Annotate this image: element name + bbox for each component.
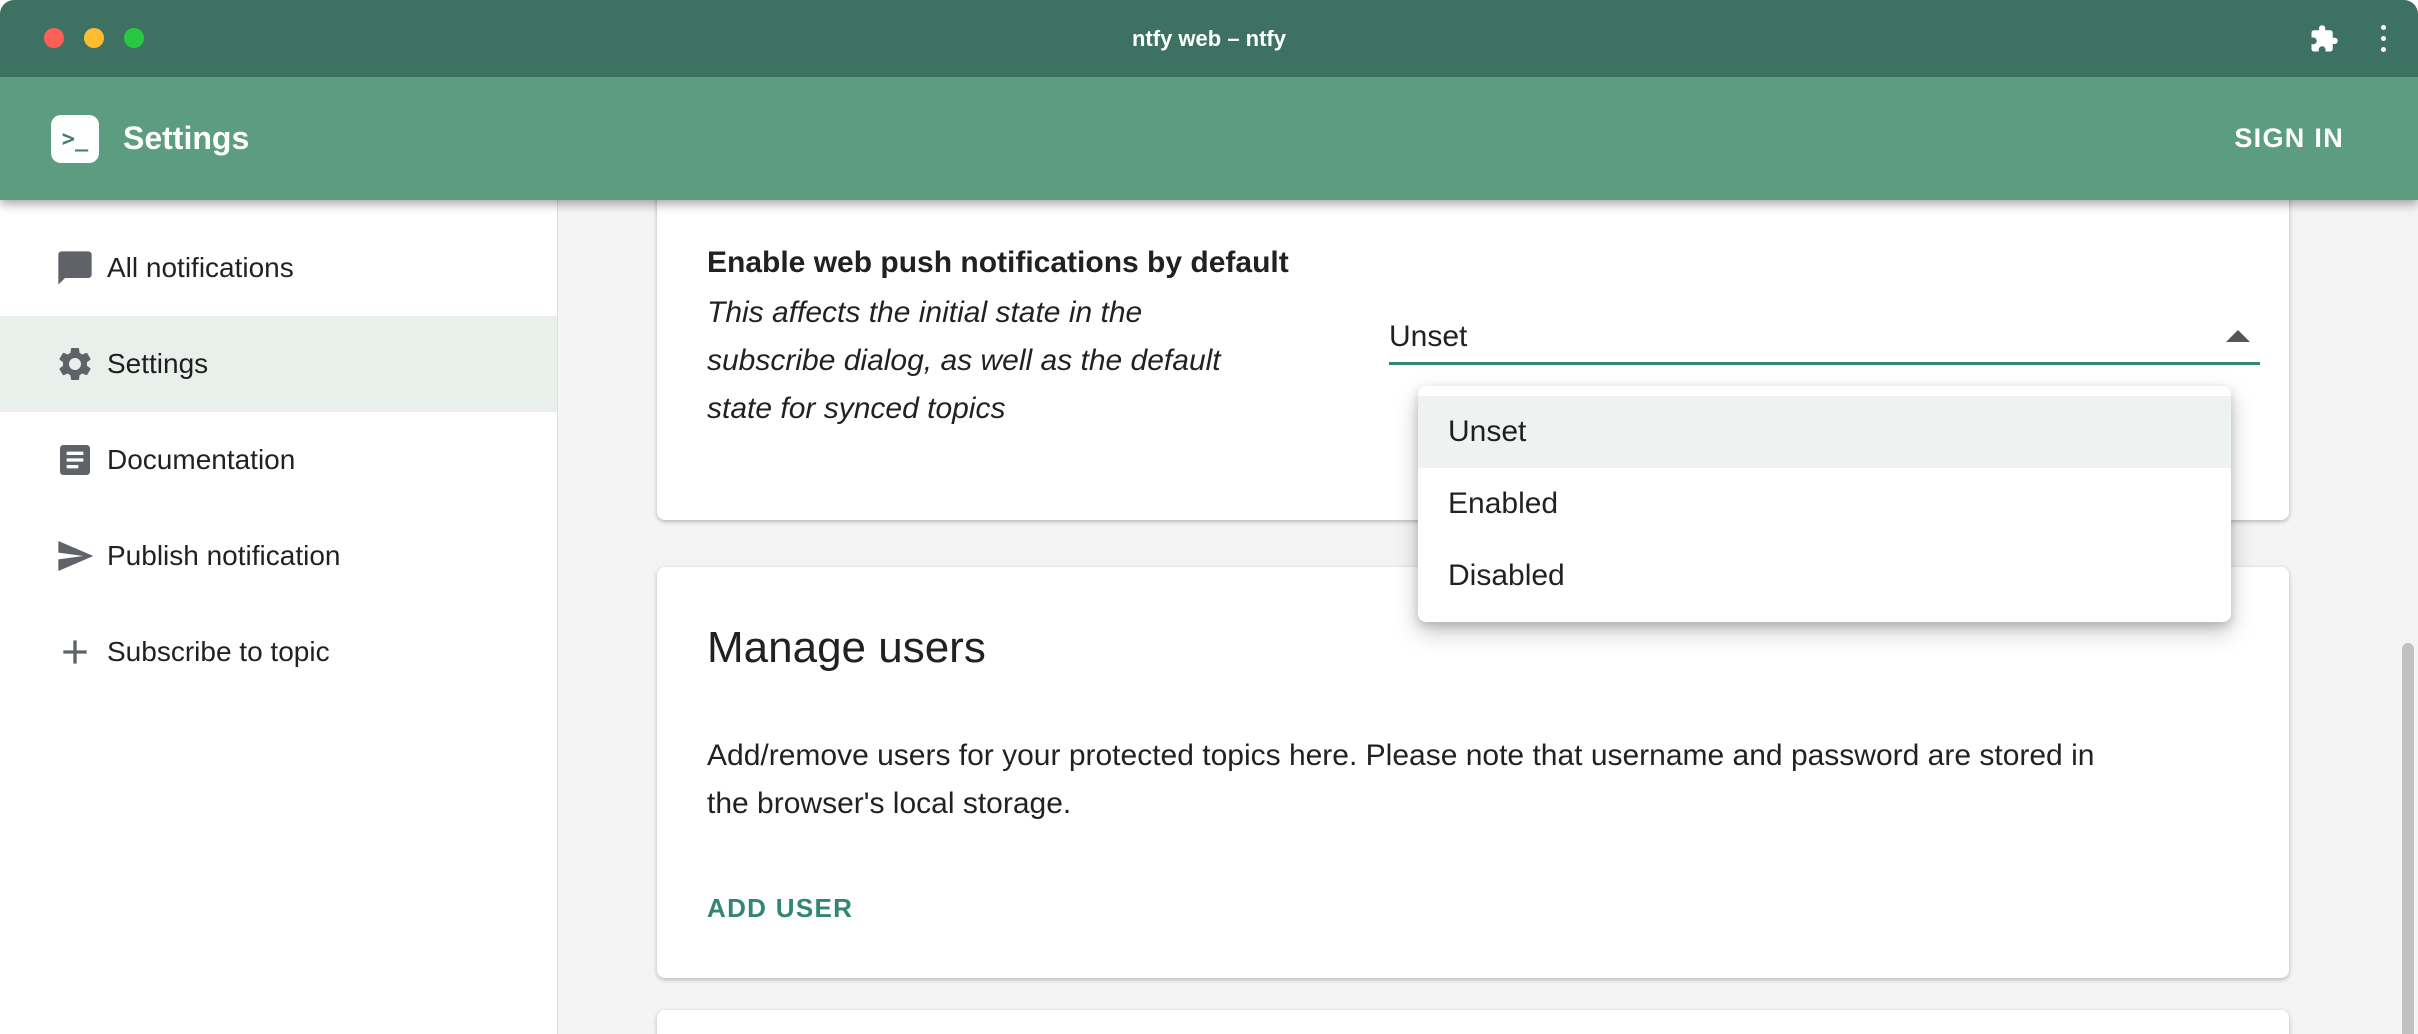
- sidebar-item-all-notifications[interactable]: All notifications: [0, 220, 557, 316]
- content-area: All notifications Settings Documentation…: [0, 200, 2418, 1034]
- chat-icon: [55, 248, 95, 288]
- setting-description: This affects the initial state in the su…: [707, 289, 1327, 433]
- sidebar-item-subscribe-to-topic[interactable]: Subscribe to topic: [0, 604, 557, 700]
- dropdown-option-disabled[interactable]: Disabled: [1418, 540, 2231, 612]
- sidebar-item-publish-notification[interactable]: Publish notification: [0, 508, 557, 604]
- article-icon: [55, 440, 95, 480]
- setting-description-line: This affects the initial state in the: [707, 289, 1327, 337]
- manage-users-description-line: Add/remove users for your protected topi…: [707, 732, 2094, 780]
- sidebar-item-label: Settings: [107, 348, 208, 380]
- appbar: >_ Settings SIGN IN: [0, 77, 2418, 200]
- dropdown-option-unset[interactable]: Unset: [1418, 396, 2231, 468]
- browser-window: ntfy web – ntfy >_ Settings SIGN IN All …: [0, 0, 2418, 1034]
- select-value: Unset: [1389, 308, 2260, 365]
- next-card-partial: [657, 1010, 2289, 1034]
- sidebar-item-documentation[interactable]: Documentation: [0, 412, 557, 508]
- add-user-button[interactable]: ADD USER: [707, 893, 853, 924]
- sidebar-item-label: Publish notification: [107, 540, 340, 572]
- setting-title: Enable web push notifications by default: [707, 245, 1289, 281]
- titlebar: ntfy web – ntfy: [0, 0, 2418, 77]
- extensions-puzzle-icon[interactable]: [2309, 24, 2339, 54]
- sign-in-button[interactable]: SIGN IN: [2220, 77, 2358, 200]
- dropdown-option-enabled[interactable]: Enabled: [1418, 468, 2231, 540]
- titlebar-actions: [2309, 0, 2390, 77]
- plus-icon: [55, 632, 95, 672]
- sidebar-item-label: All notifications: [107, 252, 294, 284]
- web-push-default-menu: Unset Enabled Disabled: [1418, 386, 2231, 622]
- settings-main: Enable web push notifications by default…: [559, 200, 2418, 1034]
- setting-description-line: subscribe dialog, as well as the default: [707, 337, 1327, 385]
- page-title: Settings: [123, 77, 249, 200]
- manage-users-description-line: the browser's local storage.: [707, 780, 2094, 828]
- browser-menu-icon[interactable]: [2377, 21, 2390, 56]
- manage-users-title: Manage users: [707, 623, 986, 673]
- vertical-scrollbar-thumb[interactable]: [2402, 643, 2414, 1034]
- send-icon: [55, 536, 95, 576]
- sidebar-item-label: Subscribe to topic: [107, 636, 330, 668]
- web-push-default-select[interactable]: Unset: [1389, 308, 2260, 365]
- sidebar: All notifications Settings Documentation…: [0, 200, 558, 1034]
- manage-users-description: Add/remove users for your protected topi…: [707, 732, 2094, 828]
- gear-icon: [55, 344, 95, 384]
- setting-description-line: state for synced topics: [707, 385, 1327, 433]
- manage-users-card: Manage users Add/remove users for your p…: [657, 567, 2289, 978]
- window-title: ntfy web – ntfy: [0, 0, 2418, 77]
- ntfy-logo-icon: >_: [51, 115, 99, 163]
- dropdown-collapse-arrow-icon: [2226, 330, 2250, 342]
- sidebar-item-settings[interactable]: Settings: [0, 316, 557, 412]
- sidebar-item-label: Documentation: [107, 444, 295, 476]
